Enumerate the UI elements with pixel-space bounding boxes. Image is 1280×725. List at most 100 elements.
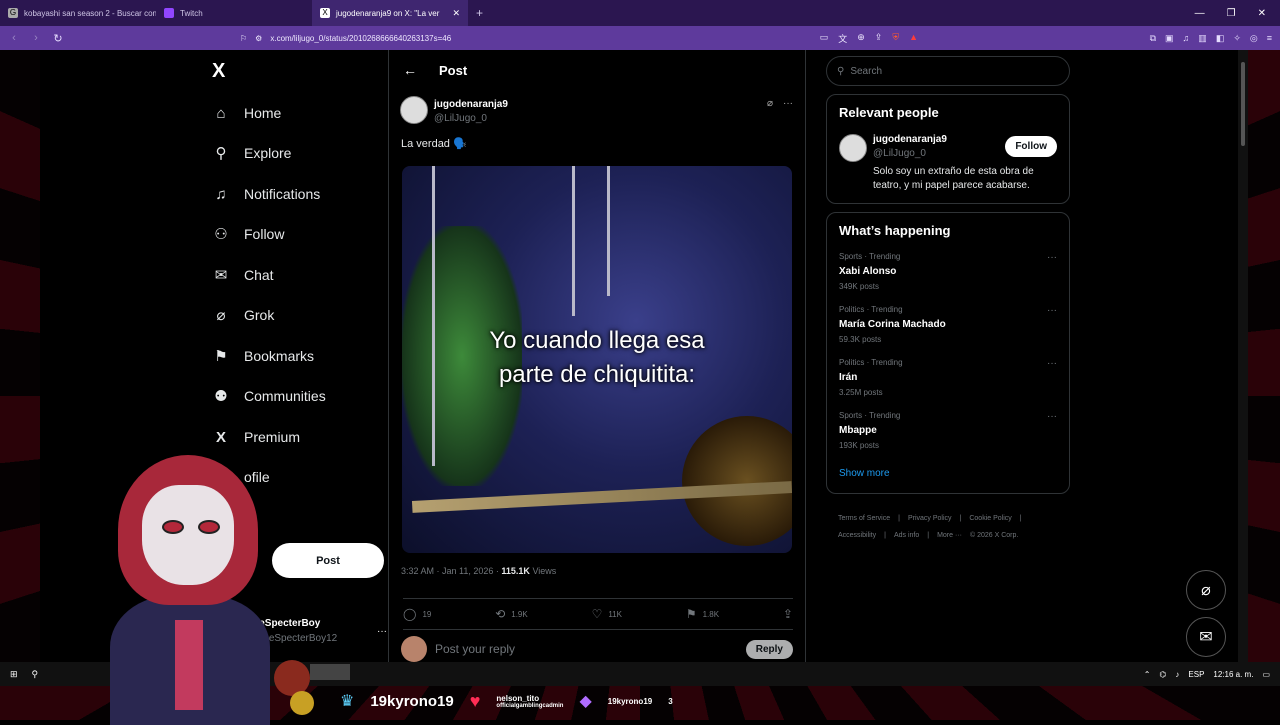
footer-copyright: © 2026 X Corp. — [969, 532, 1019, 539]
trend-item[interactable]: Sports · Trending Mbappe 193K posts ··· — [839, 411, 1057, 450]
sidebar-icon[interactable]: ▥ — [1198, 33, 1207, 44]
menu-icon[interactable]: ≡ — [1267, 33, 1272, 44]
browser-tab-x[interactable]: X jugodenaranja9 on X: "La ver ✕ — [312, 0, 468, 26]
post-author[interactable]: jugodenaranja9 @LilJugo_0 — [400, 96, 508, 124]
author-handle[interactable]: @LilJugo_0 — [434, 113, 508, 124]
relevant-person[interactable]: jugodenaranja9 @LilJugo_0 Solo soy un ex… — [839, 134, 1057, 193]
post-video[interactable]: Yo cuando llega esa parte de chiquitita: — [402, 166, 792, 553]
reply-input[interactable]: Post your reply — [435, 642, 515, 656]
forward-icon[interactable]: › — [30, 32, 42, 44]
author-name[interactable]: jugodenaranja9 — [434, 99, 508, 110]
scrollbar-thumb[interactable] — [1241, 62, 1245, 146]
screen-icon[interactable]: ▭ — [820, 32, 829, 45]
post-time[interactable]: 3:32 AM · Jan 11, 2026 · — [401, 566, 501, 576]
footer-link[interactable]: Accessibility — [838, 527, 876, 544]
nav-item-follow[interactable]: ⚇ Follow — [212, 219, 284, 249]
close-window-icon[interactable]: ✕ — [1258, 8, 1266, 19]
post-header: ← Post — [389, 50, 805, 90]
minimize-icon[interactable]: — — [1195, 8, 1205, 19]
browser-tab-google[interactable]: G kobayashi san season 2 - Buscar con — [0, 0, 156, 26]
trend-item[interactable]: Politics · Trending Irán 3.25M posts ··· — [839, 358, 1057, 397]
nav-item-chat[interactable]: ✉ Chat — [212, 260, 274, 290]
reply-count: 19 — [422, 609, 432, 619]
x-logo-icon: X — [320, 8, 330, 18]
footer-divider: | — [959, 515, 962, 522]
taskbar-search-icon[interactable]: ⚲ — [32, 669, 39, 680]
nav-label: Chat — [244, 267, 274, 283]
close-icon[interactable]: ✕ — [452, 8, 460, 19]
search-input[interactable]: ⚲ Search — [826, 56, 1070, 86]
notifications-icon[interactable]: ▭ — [1262, 670, 1270, 679]
trend-context: Sports · Trending — [839, 252, 901, 261]
bell-icon: ♫ — [215, 185, 227, 203]
footer-link[interactable]: More ··· — [937, 527, 962, 544]
new-tab-button[interactable]: + — [468, 6, 491, 20]
translate-icon[interactable]: 文 — [838, 32, 847, 45]
grok-icon[interactable]: ⌀ — [767, 98, 773, 109]
wallet2-icon[interactable]: ◧ — [1216, 33, 1225, 44]
tray-chevron-icon[interactable]: ⌃ — [1144, 670, 1151, 679]
address-bar[interactable]: ⚐ ⚙ x.com/liljugo_0/status/2010268666640… — [234, 29, 924, 47]
rewards-icon[interactable]: ▲ — [909, 32, 918, 45]
trend-item[interactable]: Politics · Trending María Corina Machado… — [839, 305, 1057, 344]
messages-fab-icon[interactable]: ✉ — [1186, 617, 1226, 657]
brave-shield-icon[interactable]: ⛨ — [892, 32, 899, 45]
vpn-icon[interactable]: ◎ — [1250, 33, 1258, 44]
nav-item-communities[interactable]: ⚉ Communities — [212, 381, 325, 411]
site-info-icon[interactable]: ⚙ — [255, 34, 262, 43]
post-button[interactable]: Post — [272, 543, 384, 578]
share-button[interactable]: ⇪ — [783, 607, 793, 621]
nav-item-explore[interactable]: ⚲ Explore — [212, 138, 292, 168]
reply-button[interactable]: ◯ 19 — [403, 607, 431, 621]
url-actions: ▭ 文 ⊕ ⇪ ⛨ ▲ — [820, 32, 918, 45]
share-icon[interactable]: ⇪ — [875, 32, 883, 45]
back-icon[interactable]: ‹ — [8, 32, 20, 44]
footer-link[interactable]: Ads info — [894, 527, 919, 544]
back-arrow-icon[interactable]: ← — [403, 62, 417, 78]
clock[interactable]: 12:16 a. m. — [1213, 670, 1253, 679]
more-icon[interactable]: ··· — [1047, 305, 1057, 316]
nav-item-premium[interactable]: X Premium — [212, 422, 300, 452]
reply-submit-button[interactable]: Reply — [745, 639, 793, 659]
show-more-link[interactable]: Show more — [839, 468, 1057, 479]
page-scrollbar[interactable] — [1238, 50, 1248, 662]
language-indicator[interactable]: ESP — [1188, 670, 1204, 679]
repost-button[interactable]: ⟲ 1.9K — [495, 607, 528, 621]
more-icon[interactable]: ··· — [1047, 358, 1057, 369]
trend-title: Xabi Alonso — [839, 266, 897, 277]
system-tray: ⌃ ⌬ ♪ ESP 12:16 a. m. ▭ — [1144, 670, 1270, 679]
avatar[interactable] — [400, 96, 428, 124]
leo-icon[interactable]: ✧ — [1233, 33, 1241, 44]
bookmark-button[interactable]: ⚑ 1.8K — [686, 607, 719, 621]
footer-link[interactable]: Terms of Service — [838, 510, 890, 527]
bookmark-page-icon[interactable]: ⚐ — [240, 34, 247, 43]
music-icon[interactable]: ♫ — [1183, 33, 1190, 44]
nav-item-home[interactable]: ⌂ Home — [212, 98, 281, 128]
more-icon[interactable]: ··· — [783, 98, 793, 109]
wallet-icon[interactable]: ▣ — [1165, 33, 1174, 44]
stream-alerts: ♛ 19kyrono19 ♥ nelson_tito officialgambl… — [340, 686, 780, 716]
more-icon[interactable]: ··· — [1047, 252, 1057, 263]
trend-item[interactable]: Sports · Trending Xabi Alonso 349K posts… — [839, 252, 1057, 291]
more-icon[interactable]: ··· — [377, 626, 387, 637]
nav-item-grok[interactable]: ⌀ Grok — [212, 300, 274, 330]
volume-icon[interactable]: ♪ — [1175, 670, 1179, 679]
footer-link[interactable]: Cookie Policy — [969, 510, 1011, 527]
reload-icon[interactable]: ↻ — [52, 32, 64, 45]
extensions-icon[interactable]: ⧉ — [1150, 33, 1156, 44]
maximize-icon[interactable]: ❐ — [1227, 8, 1236, 19]
zoom-icon[interactable]: ⊕ — [857, 32, 865, 45]
avatar[interactable] — [839, 134, 867, 162]
more-icon[interactable]: ··· — [1047, 411, 1057, 422]
nav-item-bookmarks[interactable]: ⚑ Bookmarks — [212, 341, 314, 371]
nav-item-notifications[interactable]: ♫ Notifications — [212, 179, 320, 209]
trend-posts: 59.3K posts — [839, 335, 882, 344]
footer-link[interactable]: Privacy Policy — [908, 510, 952, 527]
follow-button[interactable]: Follow — [1005, 136, 1057, 157]
browser-tab-twitch[interactable]: Twitch — [156, 0, 312, 26]
windows-start-icon[interactable]: ⊞ — [10, 669, 18, 680]
network-icon[interactable]: ⌬ — [1159, 670, 1166, 679]
grok-fab-icon[interactable]: ⌀ — [1186, 570, 1226, 610]
x-logo-icon[interactable]: X — [212, 60, 234, 82]
like-button[interactable]: ♡ 11K — [592, 607, 622, 621]
